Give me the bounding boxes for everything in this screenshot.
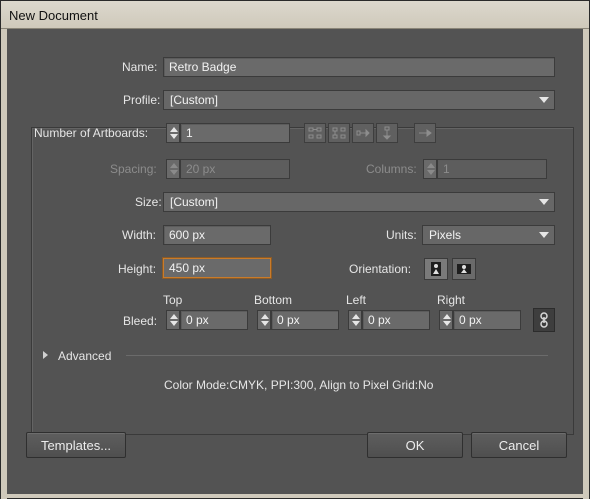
units-label: Units:: [386, 228, 417, 242]
size-dropdown[interactable]: [Custom]: [163, 192, 555, 212]
chevron-down-icon: [539, 199, 549, 205]
profile-label: Profile:: [121, 93, 163, 107]
bleed-right-label: Right: [437, 293, 466, 307]
stepper-down-icon[interactable]: [261, 321, 269, 326]
artboards-input[interactable]: 1: [180, 123, 290, 143]
bleed-bottom-input[interactable]: 0 px: [271, 310, 339, 330]
spacing-label: Spacing:: [110, 162, 157, 176]
bleed-left-input[interactable]: 0 px: [362, 310, 430, 330]
cancel-button[interactable]: Cancel: [471, 432, 567, 458]
columns-stepper[interactable]: [423, 159, 437, 179]
stepper-up-icon[interactable]: [427, 163, 435, 168]
artboards-stepper[interactable]: [166, 123, 180, 143]
stepper-down-icon[interactable]: [443, 321, 451, 326]
width-input[interactable]: 600 px: [163, 225, 271, 245]
window-title: New Document: [9, 8, 98, 23]
bleed-bottom-stepper[interactable]: [257, 310, 271, 330]
stepper-up-icon[interactable]: [170, 314, 178, 319]
bleed-top-stepper[interactable]: [166, 310, 180, 330]
new-document-dialog: New Document Name: Retro Badge Profile: …: [0, 0, 590, 499]
grid-by-row-icon[interactable]: [304, 123, 326, 143]
arrange-by-row-icon[interactable]: [352, 123, 374, 143]
size-value: [Custom]: [170, 195, 219, 209]
name-label: Name:: [122, 60, 158, 74]
stepper-down-icon[interactable]: [352, 321, 360, 326]
chevron-down-icon: [539, 97, 549, 103]
columns-input[interactable]: 1: [437, 159, 547, 179]
stepper-up-icon[interactable]: [170, 127, 178, 132]
orientation-label: Orientation:: [349, 262, 412, 276]
stepper-up-icon[interactable]: [443, 314, 451, 319]
document-summary: Color Mode:CMYK, PPI:300, Align to Pixel…: [164, 378, 434, 392]
profile-value: [Custom]: [170, 93, 219, 107]
size-label: Size:: [135, 195, 162, 209]
units-dropdown[interactable]: Pixels: [422, 225, 555, 245]
advanced-divider: [126, 355, 548, 356]
height-label: Height:: [118, 262, 157, 276]
stepper-up-icon[interactable]: [170, 163, 178, 168]
right-arrow-icon[interactable]: [414, 123, 436, 143]
columns-label: Columns:: [366, 162, 417, 176]
window-frame-right: [583, 29, 589, 499]
artboards-label: Number of Artboards:: [34, 126, 149, 140]
bleed-top-input[interactable]: 0 px: [180, 310, 248, 330]
spacing-stepper[interactable]: [166, 159, 180, 179]
ok-button[interactable]: OK: [367, 432, 463, 458]
stepper-up-icon[interactable]: [261, 314, 269, 319]
stepper-up-icon[interactable]: [352, 314, 360, 319]
bleed-bottom-label: Bottom: [254, 293, 293, 307]
bleed-label: Bleed:: [123, 314, 158, 328]
bleed-right-stepper[interactable]: [439, 310, 453, 330]
spacing-input[interactable]: 20 px: [180, 159, 290, 179]
dialog-content: Name: Retro Badge Profile: [Custom] Numb…: [7, 29, 583, 494]
width-label: Width:: [122, 228, 157, 242]
height-input[interactable]: 450 px: [163, 258, 271, 278]
profile-dropdown[interactable]: [Custom]: [163, 90, 555, 110]
stepper-down-icon[interactable]: [427, 170, 435, 175]
landscape-icon[interactable]: [452, 258, 476, 280]
templates-button[interactable]: Templates...: [26, 432, 126, 458]
expand-triangle-icon[interactable]: [43, 351, 48, 359]
arrange-by-column-icon[interactable]: [376, 123, 398, 143]
stepper-down-icon[interactable]: [170, 321, 178, 326]
bleed-left-stepper[interactable]: [348, 310, 362, 330]
name-input[interactable]: Retro Badge: [163, 57, 555, 77]
chevron-down-icon: [539, 232, 549, 238]
advanced-toggle[interactable]: Advanced: [58, 349, 111, 363]
grid-by-column-icon[interactable]: [328, 123, 350, 143]
bleed-top-label: Top: [163, 293, 183, 307]
portrait-icon[interactable]: [424, 258, 448, 280]
chain-link-icon[interactable]: [533, 308, 555, 332]
units-value: Pixels: [429, 228, 462, 242]
bleed-left-label: Left: [346, 293, 367, 307]
stepper-down-icon[interactable]: [170, 170, 178, 175]
title-bar: New Document: [1, 1, 589, 29]
bleed-right-input[interactable]: 0 px: [453, 310, 521, 330]
stepper-down-icon[interactable]: [170, 134, 178, 139]
